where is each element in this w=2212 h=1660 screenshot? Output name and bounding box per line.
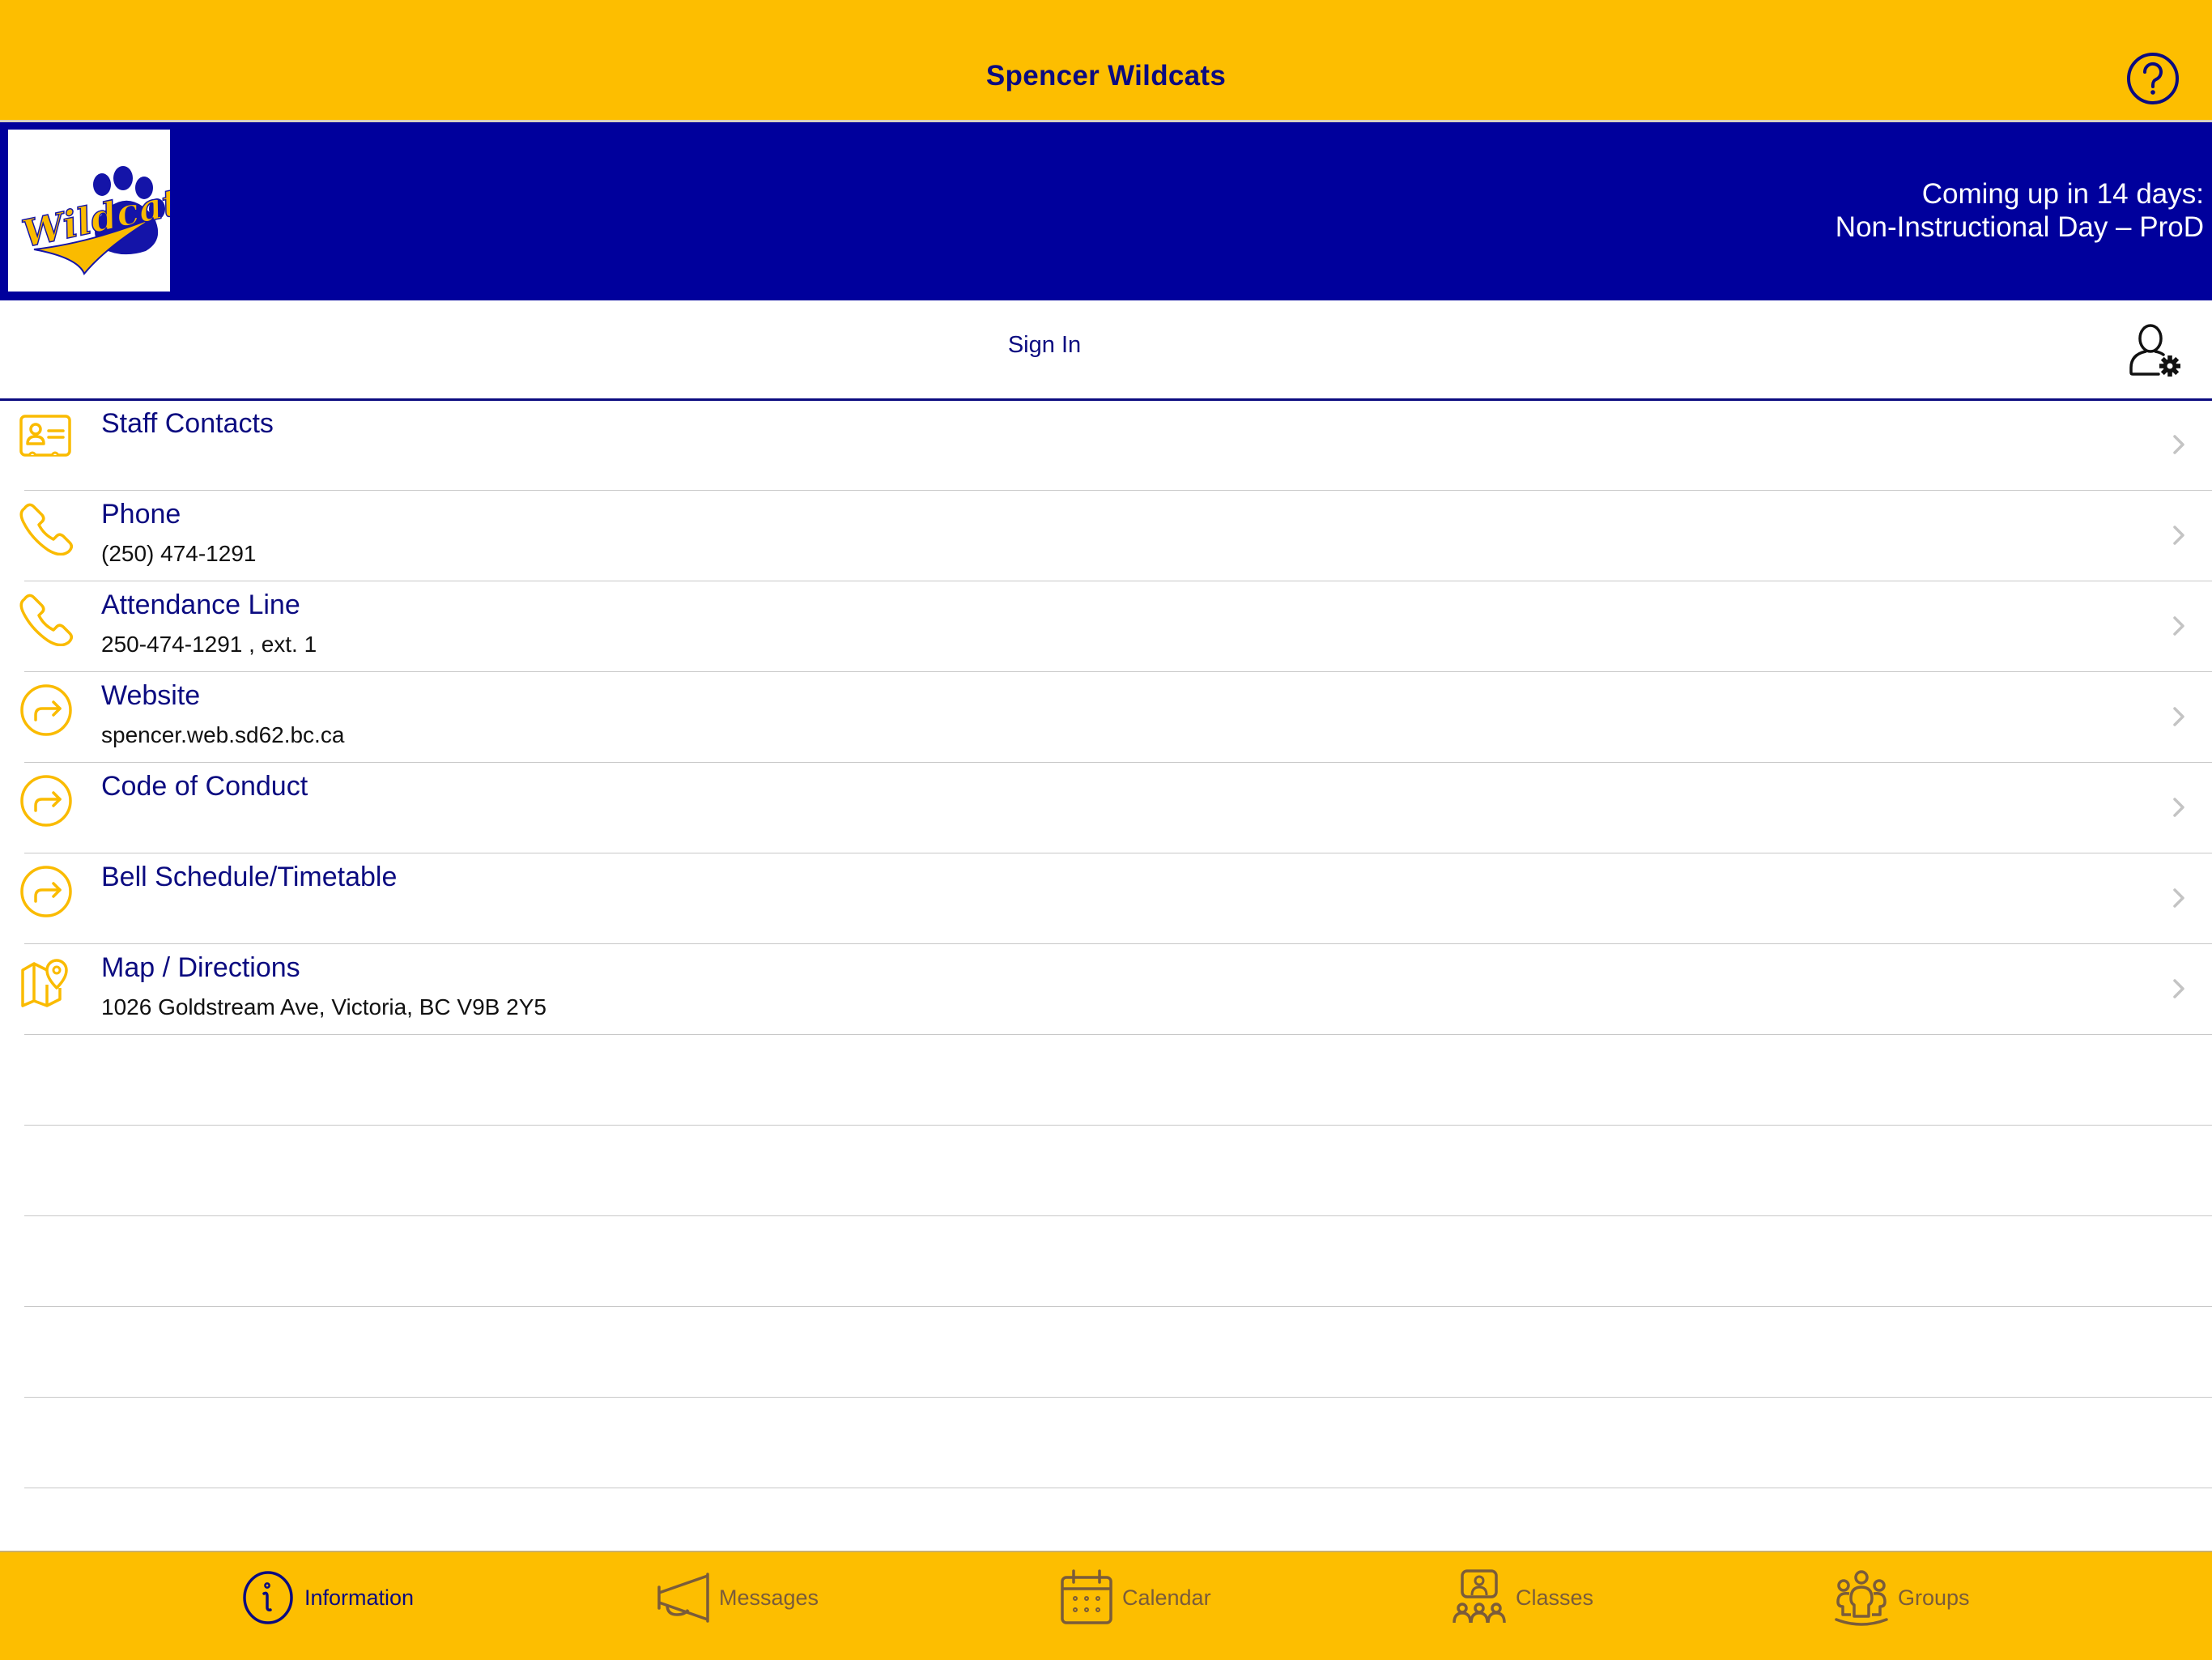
chevron-right-icon [2173,888,2184,908]
list-item-title: Code of Conduct [101,771,308,802]
list-item-title: Bell Schedule/Timetable [101,862,398,892]
user-settings-button[interactable] [2126,322,2184,381]
contact-card-icon [19,415,71,457]
chevron-right-icon [2173,616,2184,636]
bottom-tab-bar: Information Messages Calendar Classes Gr… [0,1551,2212,1660]
list-item-subtitle: 250-474-1291 , ext. 1 [101,632,317,657]
tab-messages[interactable]: Messages [654,1568,819,1627]
tab-classes[interactable]: Classes [1451,1568,1593,1627]
upcoming-event-name: Non-Instructional Day – ProD [1835,211,2204,243]
classes-icon [1453,1569,1506,1624]
tab-label: Calendar [1122,1585,1211,1610]
top-bar: Spencer Wildcats [0,0,2212,122]
empty-row [24,1035,2212,1126]
upcoming-event[interactable]: Coming up in 14 days: Non-Instructional … [1836,177,2204,244]
tab-information[interactable]: Information [240,1568,414,1627]
list-item-website[interactable]: Website spencer.web.sd62.bc.ca [20,672,2212,763]
tab-label: Information [304,1585,415,1610]
list-item-subtitle: spencer.web.sd62.bc.ca [101,722,345,747]
school-logo: Wildcats [8,130,205,292]
tab-label: Messages [719,1585,819,1610]
phone-icon [19,594,73,646]
empty-row [24,1126,2212,1216]
tab-label: Groups [1898,1585,1970,1610]
tab-label: Classes [1516,1585,1594,1610]
groups-icon [1835,1570,1888,1626]
list-item-bell-schedule[interactable]: Bell Schedule/Timetable [20,853,2212,944]
school-banner: Wildcats Coming up in 14 days: Non-Instr… [0,122,2212,300]
user-gear-icon [2129,324,2180,377]
empty-row [24,1307,2212,1398]
list-item-subtitle: (250) 474-1291 [101,541,257,566]
chevron-right-icon [2173,798,2184,817]
list-item-map-directions[interactable]: Map / Directions 1026 Goldstream Ave, Vi… [21,944,2212,1035]
chevron-right-icon [2173,526,2184,545]
question-circle-icon [2127,53,2179,104]
wildcats-logo-icon: Wildcats [18,166,205,275]
list-item-title: Staff Contacts [101,408,274,439]
empty-row [24,1398,2212,1488]
list-item-code-of-conduct[interactable]: Code of Conduct [20,763,2212,853]
link-arrow-icon [20,775,72,827]
link-arrow-icon [20,866,72,917]
phone-icon [19,503,73,555]
chevron-right-icon [2173,435,2184,454]
help-button[interactable] [2126,52,2180,105]
tab-calendar[interactable]: Calendar [1057,1568,1211,1627]
list-item-staff-contacts[interactable]: Staff Contacts [19,400,2212,491]
list-item-title: Attendance Line [101,590,300,620]
account-bar: Sign In [0,300,2212,401]
link-arrow-icon [20,684,72,736]
info-icon [243,1571,293,1624]
list-item-title: Phone [101,499,181,530]
empty-row [24,1216,2212,1307]
megaphone-icon [657,1573,709,1623]
chevron-right-icon [2173,707,2184,726]
app-title: Spencer Wildcats [985,60,1227,92]
list-item-phone[interactable]: Phone (250) 474-1291 [19,491,2212,581]
list-item-subtitle: 1026 Goldstream Ave, Victoria, BC V9B 2Y… [101,994,547,1019]
info-list: Staff Contacts Phone (250) 474-1291 Atte… [0,400,2212,1579]
tab-groups[interactable]: Groups [1833,1568,1970,1627]
chevron-right-icon [2173,979,2184,998]
list-item-title: Map / Directions [101,952,300,983]
list-item-title: Website [101,680,201,711]
list-item-attendance-line[interactable]: Attendance Line 250-474-1291 , ext. 1 [19,581,2212,672]
calendar-icon [1061,1569,1112,1624]
upcoming-event-countdown: Coming up in 14 days: [1921,178,2204,210]
map-pin-icon [21,959,68,1007]
sign-in-button[interactable]: Sign In [963,332,1125,359]
